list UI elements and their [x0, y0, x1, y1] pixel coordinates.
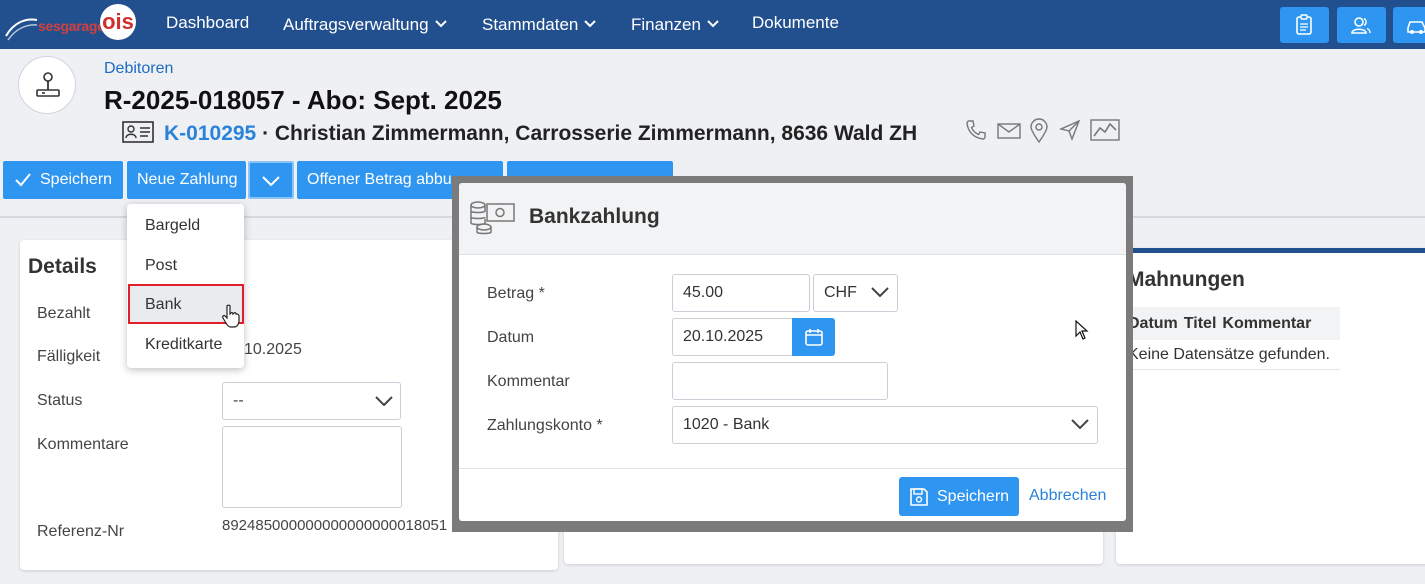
- car-button[interactable]: [1393, 7, 1425, 43]
- kommentare-textarea[interactable]: [222, 426, 402, 508]
- zahlungskonto-select[interactable]: 1020 - Bank: [672, 406, 1098, 444]
- phone-icon[interactable]: [964, 118, 988, 147]
- faelligkeit-value: 10.2025: [244, 341, 302, 358]
- bezahlt-label: Bezahlt: [37, 305, 91, 322]
- breadcrumb-debitoren[interactable]: Debitoren: [104, 60, 173, 78]
- app-logo[interactable]: sesgarage ois: [4, 4, 136, 44]
- chevron-down-icon: [375, 396, 393, 406]
- top-navbar: sesgarage ois Dashboard Auftragsverwaltu…: [0, 0, 1425, 49]
- referenz-label: Referenz-Nr: [37, 523, 125, 540]
- record-avatar: [18, 56, 76, 114]
- faelligkeit-label: Fälligkeit: [37, 348, 101, 365]
- kommentar-input[interactable]: [672, 362, 888, 400]
- date-picker-button[interactable]: [792, 318, 835, 356]
- chevron-down-icon: [262, 176, 280, 186]
- customer-id-link[interactable]: K-010295: [164, 122, 256, 145]
- referenz-value: 892485000000000000000018051: [222, 517, 448, 534]
- chevron-down-icon: [584, 13, 597, 33]
- users-icon: [1351, 17, 1371, 34]
- chart-icon[interactable]: [1090, 118, 1120, 147]
- zahlungskonto-label: Zahlungskonto *: [487, 417, 603, 434]
- bankzahlung-dialog: Bankzahlung Betrag * 45.00 CHF Datum 20.…: [459, 183, 1126, 521]
- datum-input[interactable]: 20.10.2025: [672, 318, 793, 356]
- nav-dashboard[interactable]: Dashboard: [166, 13, 249, 33]
- kommentar-label: Kommentar: [487, 373, 570, 390]
- modal-cancel-link[interactable]: Abbrechen: [1029, 487, 1106, 505]
- users-button[interactable]: [1337, 7, 1386, 43]
- status-select[interactable]: --: [222, 382, 401, 420]
- customer-details: · Christian Zimmermann, Carrosserie Zimm…: [256, 122, 918, 145]
- modal-footer-divider: [459, 468, 1126, 469]
- datum-label: Datum: [487, 329, 535, 346]
- logo-mark: ois: [100, 4, 136, 40]
- betrag-input[interactable]: 45.00: [672, 274, 810, 312]
- mail-icon[interactable]: [996, 118, 1022, 147]
- location-icon[interactable]: [1028, 118, 1050, 149]
- menu-item-bargeld[interactable]: Bargeld: [145, 217, 200, 235]
- nav-stammdaten[interactable]: Stammdaten: [482, 13, 597, 35]
- currency-select[interactable]: CHF: [813, 274, 898, 312]
- customer-line: K-010295 · Christian Zimmermann, Carross…: [122, 121, 917, 146]
- check-icon: [15, 173, 31, 187]
- nav-dokumente[interactable]: Dokumente: [752, 13, 839, 33]
- mahnungen-table-header: Datum Titel Kommentar: [1128, 307, 1340, 340]
- kommentare-label: Kommentare: [37, 436, 129, 453]
- cash-coins-icon: [470, 201, 515, 235]
- logo-text: sesgarage: [38, 18, 105, 34]
- chevron-down-icon: [707, 13, 719, 33]
- new-payment-dropdown-toggle[interactable]: [248, 161, 294, 199]
- modal-header: Bankzahlung: [459, 183, 1126, 255]
- calendar-icon: [805, 329, 823, 346]
- clipboard-button[interactable]: [1280, 7, 1329, 43]
- status-label: Status: [37, 392, 83, 409]
- betrag-label: Betrag *: [487, 285, 545, 302]
- modal-title: Bankzahlung: [529, 205, 660, 228]
- clipboard-icon: [1296, 14, 1312, 35]
- column-titel[interactable]: Titel: [1184, 315, 1217, 332]
- menu-item-post[interactable]: Post: [145, 257, 177, 275]
- floppy-disk-icon: [910, 488, 928, 506]
- id-card-icon: [122, 121, 154, 143]
- new-payment-button[interactable]: Neue Zahlung: [127, 161, 246, 199]
- details-title: Details: [28, 255, 97, 278]
- modal-save-button[interactable]: Speichern: [899, 477, 1019, 516]
- column-kommentar[interactable]: Kommentar: [1222, 315, 1311, 332]
- mahnungen-accent-bar: [1116, 248, 1425, 253]
- page-title: R-2025-018057 - Abo: Sept. 2025: [104, 85, 502, 115]
- joystick-icon: [36, 72, 60, 97]
- hand-pointer-icon: [222, 304, 240, 328]
- car-icon: [1407, 21, 1425, 34]
- mahnungen-title: Mahnungen: [1127, 268, 1245, 291]
- chevron-down-icon: [1071, 419, 1089, 430]
- chevron-down-icon: [871, 287, 889, 298]
- chevron-down-icon: [434, 13, 447, 33]
- nav-finanzen[interactable]: Finanzen: [631, 13, 719, 35]
- save-button[interactable]: Speichern: [3, 161, 123, 199]
- logo-swoosh-icon: [5, 18, 38, 41]
- mahnungen-panel: [1116, 248, 1425, 564]
- menu-item-kreditkarte[interactable]: Kreditkarte: [145, 336, 222, 354]
- nav-auftragsverwaltung[interactable]: Auftragsverwaltung: [283, 13, 447, 35]
- payment-type-menu: Bargeld Post Bank Kreditkarte: [127, 204, 244, 368]
- mahnungen-empty-message: Keine Datensätze gefunden.: [1128, 340, 1340, 370]
- column-datum[interactable]: Datum: [1128, 315, 1178, 332]
- menu-item-bank[interactable]: Bank: [145, 296, 181, 314]
- send-icon[interactable]: [1058, 118, 1082, 147]
- mouse-cursor-icon: [1075, 320, 1089, 340]
